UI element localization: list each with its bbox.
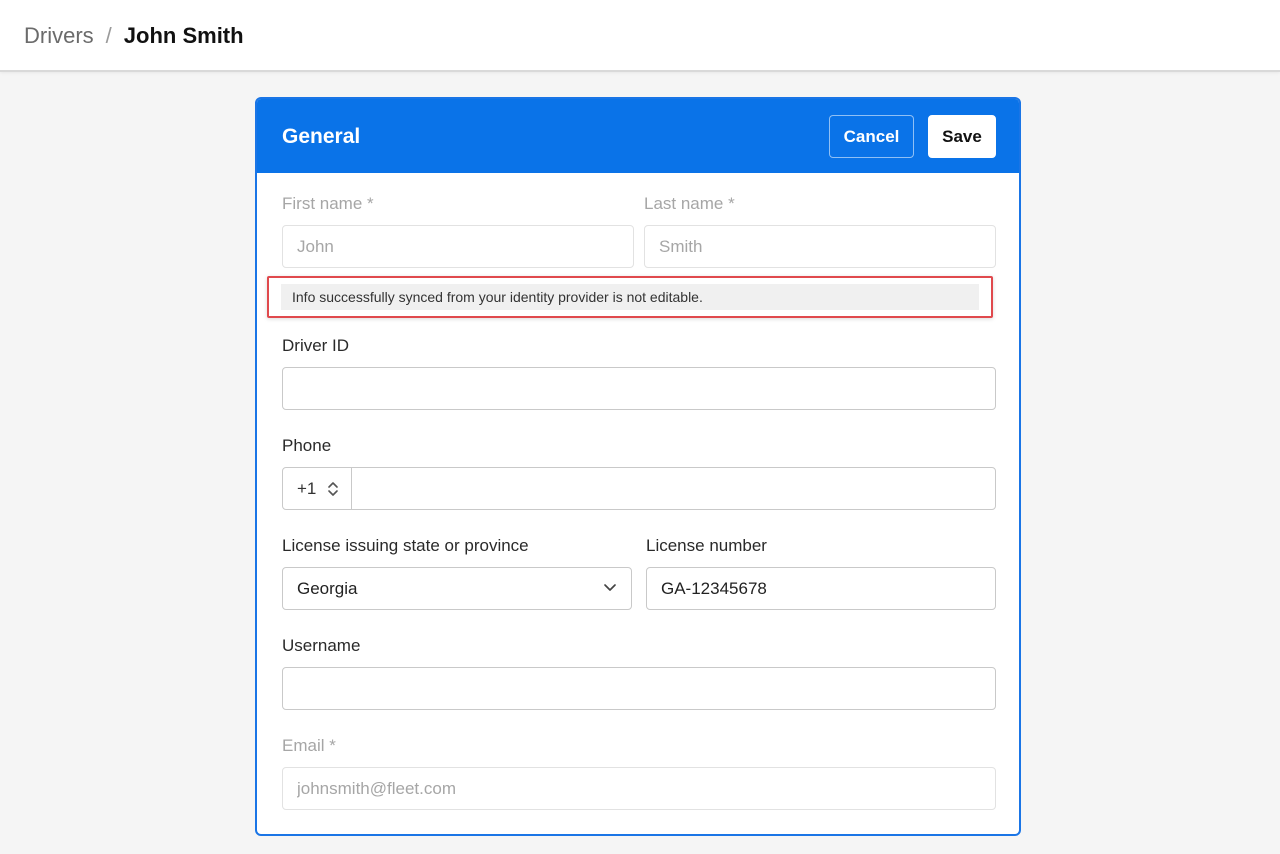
- license-state-value: Georgia: [297, 579, 358, 598]
- sync-info-text: Info successfully synced from your ident…: [281, 284, 979, 310]
- phone-number-input[interactable]: [353, 468, 995, 509]
- phone-field-group: +1: [282, 467, 996, 510]
- email-label: Email *: [282, 736, 336, 755]
- last-name-field: [644, 225, 996, 268]
- country-code-select[interactable]: +1: [283, 468, 352, 509]
- driver-id-label: Driver ID: [282, 336, 350, 355]
- cancel-button[interactable]: Cancel: [829, 115, 914, 158]
- first-name-label: First name *: [282, 194, 374, 213]
- driver-id-field[interactable]: [282, 367, 996, 410]
- breadcrumb: Drivers / John Smith: [24, 22, 244, 50]
- up-down-chevron-icon: [328, 482, 338, 496]
- license-state-label: License issuing state or province: [282, 536, 529, 555]
- last-name-label: Last name *: [644, 194, 735, 213]
- license-number-field[interactable]: [646, 567, 996, 610]
- sync-info-note: Info successfully synced from your ident…: [267, 276, 993, 318]
- username-field[interactable]: [282, 667, 996, 710]
- general-card: General Cancel Save First name * Last na…: [255, 97, 1021, 836]
- username-label: Username: [282, 636, 361, 655]
- phone-label: Phone: [282, 436, 332, 455]
- first-name-field: [282, 225, 634, 268]
- card-header: General Cancel Save: [257, 99, 1019, 173]
- card-title: General: [282, 125, 361, 148]
- breadcrumb-drivers-link[interactable]: Drivers: [24, 22, 94, 50]
- license-number-label: License number: [646, 536, 767, 555]
- breadcrumb-current: John Smith: [123, 23, 244, 48]
- license-state-select[interactable]: Georgia: [282, 567, 632, 610]
- email-field: [282, 767, 996, 810]
- country-code-value: +1: [297, 479, 317, 498]
- breadcrumb-separator: /: [105, 23, 112, 48]
- chevron-down-icon: [604, 584, 616, 591]
- top-bar: Drivers / John Smith: [0, 0, 1280, 72]
- save-button[interactable]: Save: [928, 115, 996, 158]
